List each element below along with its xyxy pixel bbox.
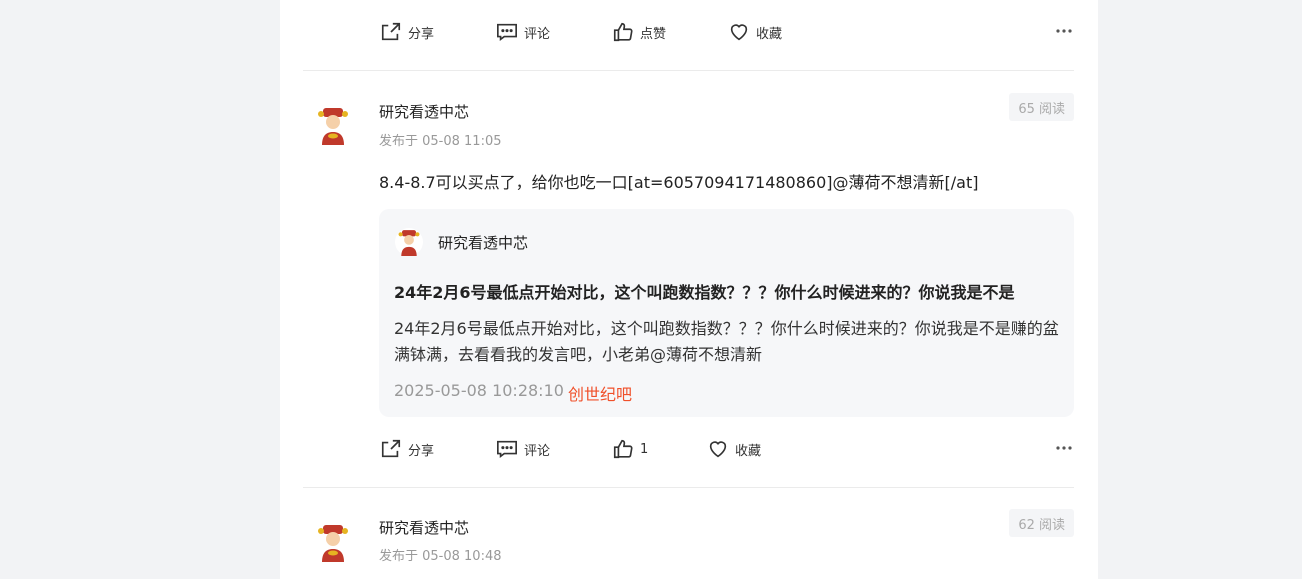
quoted-title: 24年2月6号最低点开始对比，这个叫跑数指数？？？你什么时候进来的？你说我是不是 [394, 283, 1015, 302]
share-button[interactable]: 分享 [380, 438, 434, 460]
post1-action-bar: 分享 评论 1 收藏 [380, 434, 1074, 464]
more-button[interactable] [1054, 21, 1074, 45]
like-button[interactable]: 1 [612, 438, 648, 460]
comment-label: 评论 [524, 26, 551, 42]
like-label: 点赞 [640, 26, 667, 42]
quoted-body: 24年2月6号最低点开始对比，这个叫跑数指数？？？你什么时候进来的？你说我是不是… [394, 319, 1059, 364]
comment-label: 评论 [524, 443, 551, 459]
post-content: 8.4-8.7可以买点了，给你也吃一口[at=6057094171480860]… [379, 173, 979, 192]
like-button[interactable]: 点赞 [612, 21, 666, 43]
comment-button[interactable]: 评论 [496, 438, 550, 460]
post0-action-bar: 分享 评论 点赞 收藏 [380, 17, 1074, 47]
share-icon [381, 22, 401, 41]
heart-icon [709, 441, 727, 458]
read-count-badge: 62 阅读 [1009, 509, 1074, 537]
avatar[interactable] [313, 522, 353, 562]
post-time: 发布于 05-08 11:05 [379, 134, 502, 149]
feed-column: 分享 评论 点赞 收藏 研究看透中芯 发布于 05-08 11:05 65 阅读… [280, 0, 1098, 579]
post-author[interactable]: 研究看透中芯 [379, 101, 469, 122]
share-button[interactable]: 分享 [380, 21, 434, 43]
thumbs-up-icon [613, 22, 633, 42]
like-count: 1 [640, 441, 649, 457]
more-icon [1056, 29, 1072, 33]
favorite-button[interactable]: 收藏 [707, 438, 761, 460]
quoted-date: 2025-05-08 10:28:10 [394, 381, 564, 400]
favorite-label: 收藏 [735, 443, 762, 459]
divider [303, 487, 1074, 488]
favorite-label: 收藏 [756, 26, 783, 42]
heart-icon [730, 24, 748, 41]
thumbs-up-icon [613, 439, 633, 459]
more-button[interactable] [1054, 438, 1074, 462]
quoted-source-link[interactable]: 创世纪吧 [568, 381, 632, 405]
comment-button[interactable]: 评论 [496, 21, 550, 43]
favorite-button[interactable]: 收藏 [728, 21, 782, 43]
post-author[interactable]: 研究看透中芯 [379, 517, 469, 538]
quoted-author[interactable]: 研究看透中芯 [438, 232, 528, 253]
comment-icon [497, 23, 517, 41]
share-icon [381, 439, 401, 458]
divider [303, 70, 1074, 71]
comment-icon [497, 440, 517, 458]
quoted-avatar[interactable] [395, 228, 423, 256]
read-count-badge: 65 阅读 [1009, 93, 1074, 121]
post-time: 发布于 05-08 10:48 [379, 549, 502, 564]
more-icon [1056, 446, 1072, 450]
share-label: 分享 [408, 26, 435, 42]
share-label: 分享 [408, 443, 435, 459]
avatar[interactable] [313, 105, 353, 145]
